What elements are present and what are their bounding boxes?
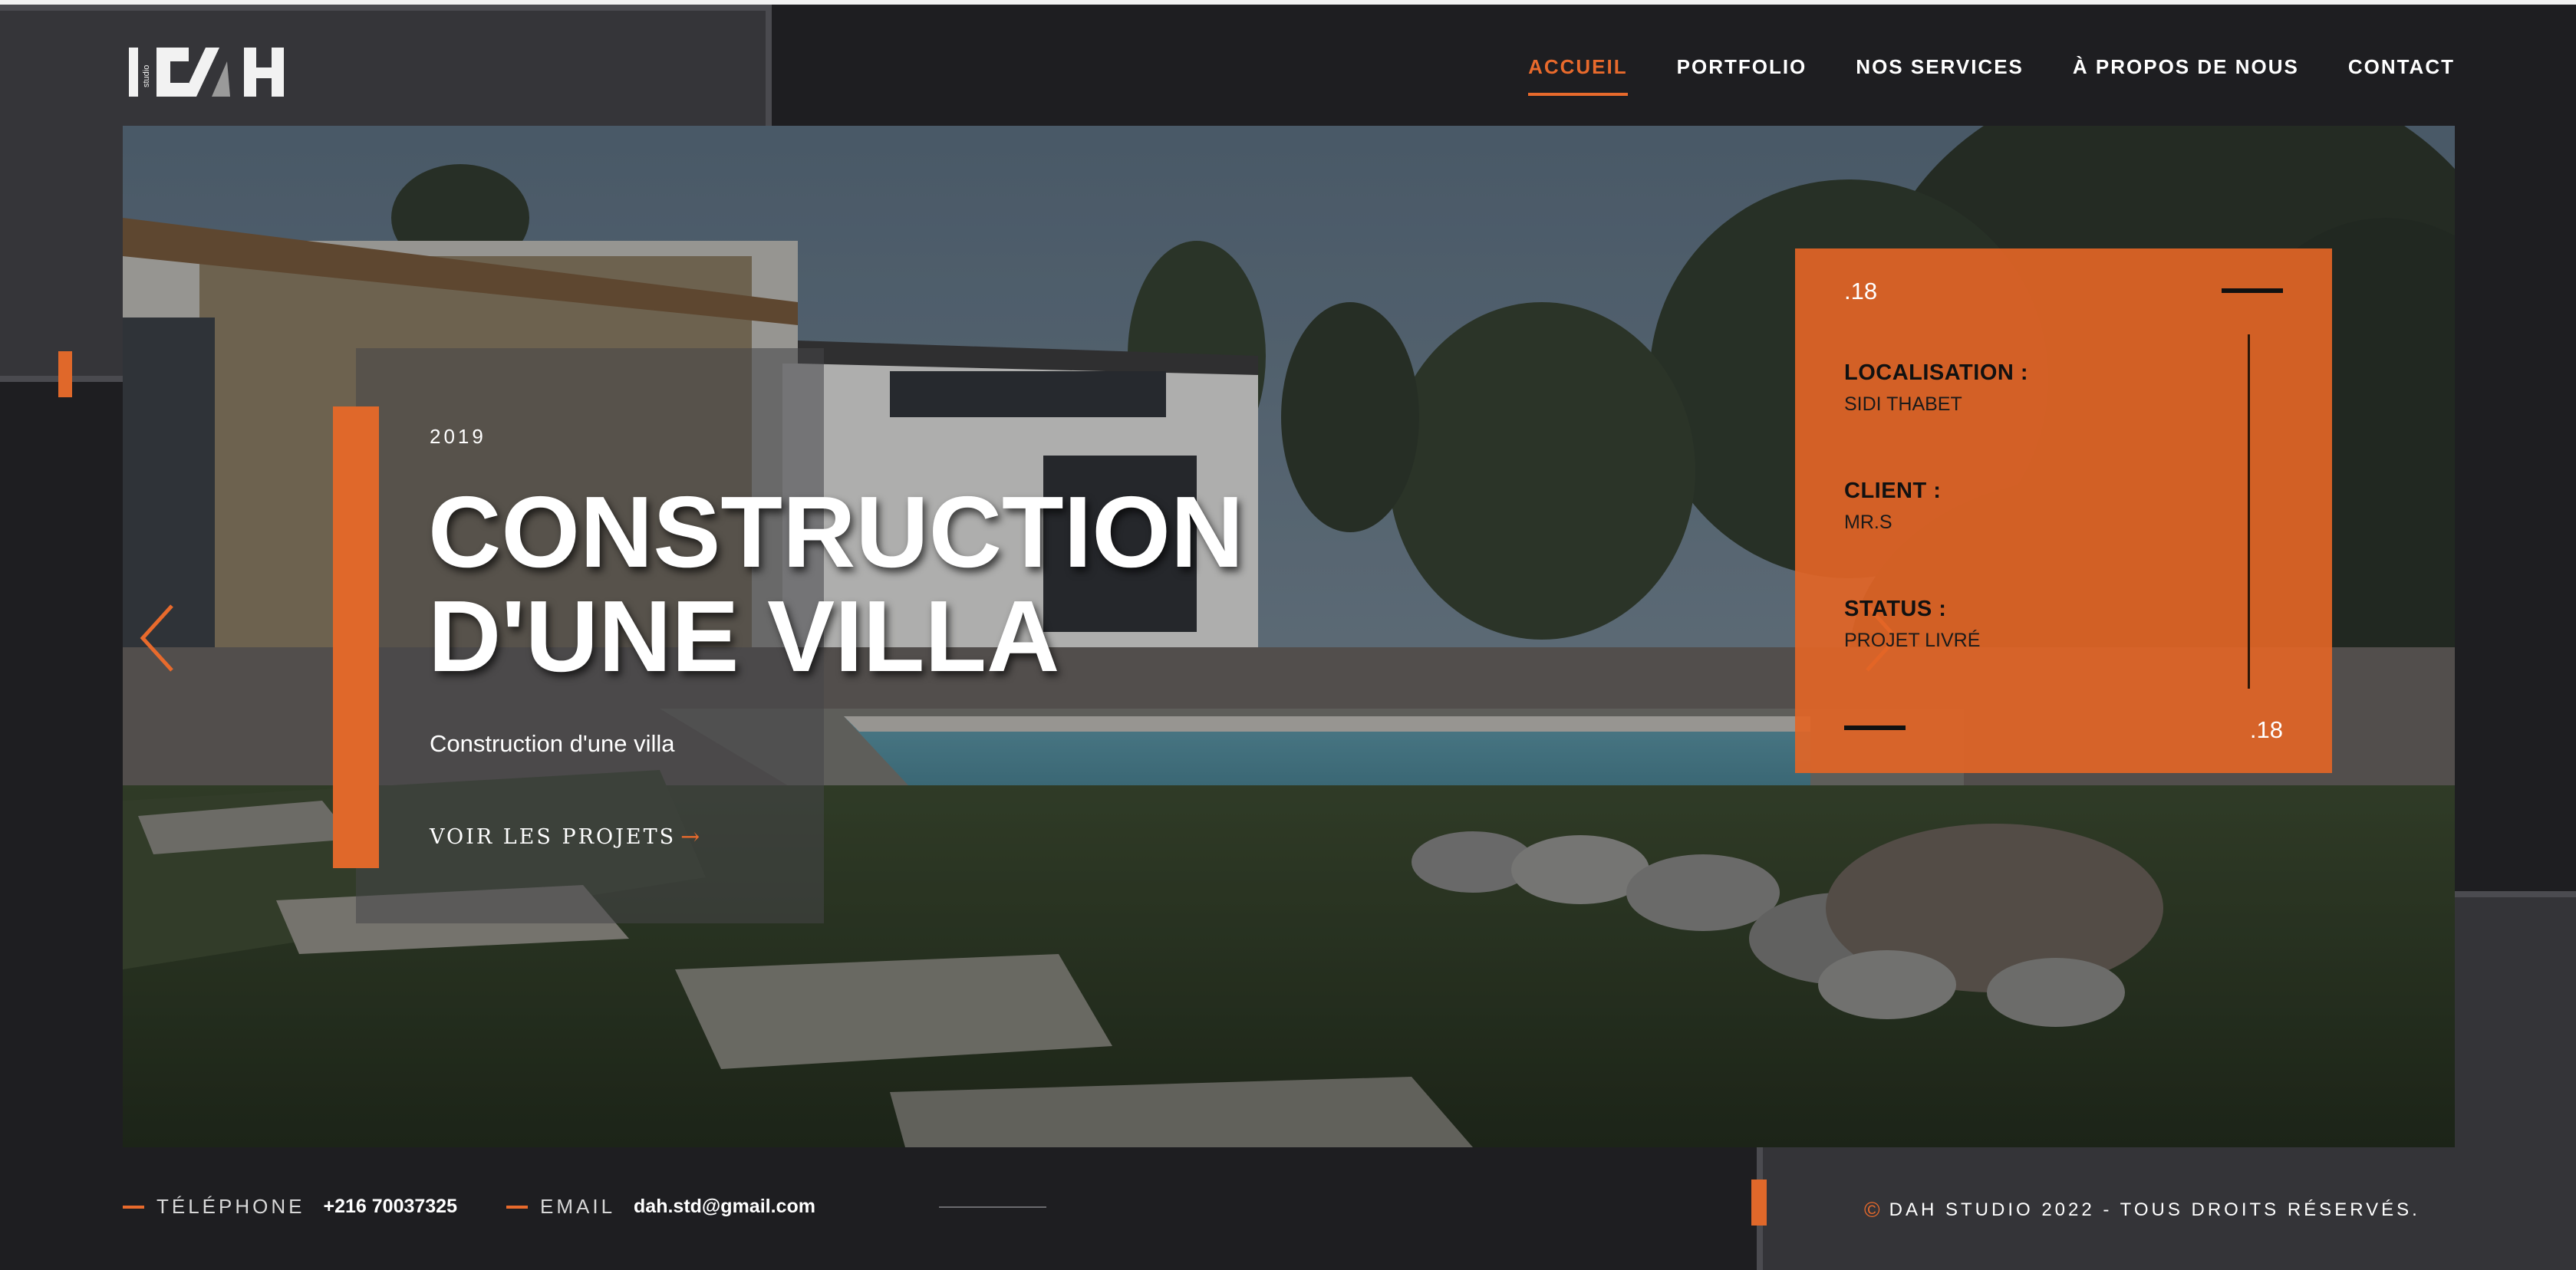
card-label-localisation: LOCALISATION : (1844, 360, 2029, 385)
hero-subtitle: Construction d'une villa (430, 730, 675, 757)
phone-value[interactable]: +216 70037325 (324, 1196, 458, 1218)
card-value-status: PROJET LIVRÉ (1844, 630, 1981, 651)
email-dash (506, 1205, 528, 1209)
card-field-client: CLIENT : MR.S (1844, 479, 1941, 534)
nav-item-nos-services[interactable]: NOS SERVICES (1856, 55, 2024, 96)
card-index-bottom: .18 (2249, 716, 2283, 743)
chevron-left-icon[interactable] (138, 601, 176, 675)
card-value-localisation: SIDI THABET (1844, 393, 1962, 415)
copyright-text: DAH STUDIO 2022 - TOUS DROITS RÉSERVÉS. (1889, 1199, 2420, 1220)
card-field-status: STATUS : PROJET LIVRÉ (1844, 597, 1980, 652)
hero-title: CONSTRUCTION D'UNE VILLA (428, 480, 1244, 689)
project-info-card: .18 LOCALISATION : SIDI THABET CLIENT : … (1795, 248, 2332, 773)
card-field-localisation: LOCALISATION : SIDI THABET (1844, 360, 2028, 416)
card-vertical-line (2248, 334, 2250, 689)
email-label: EMAIL (540, 1195, 616, 1218)
view-projects-label: VOIR LES PROJETS (430, 825, 677, 849)
card-index-top: .18 (1844, 278, 1878, 304)
hero-title-line-1: CONSTRUCTION (428, 475, 1244, 588)
phone-label: TÉLÉPHONE (156, 1195, 305, 1218)
card-dash-bottom (1844, 725, 1906, 730)
card-label-status: STATUS : (1844, 597, 1947, 621)
accent-tick-left (58, 351, 72, 397)
project-year: 2019 (430, 425, 486, 448)
nav-item-contact[interactable]: CONTACT (2348, 55, 2455, 96)
hero-title-line-2: D'UNE VILLA (428, 580, 1060, 693)
copyright-icon: © (1864, 1198, 1883, 1222)
hero-accent-bar (333, 406, 379, 868)
email-value[interactable]: dah.std@gmail.com (634, 1196, 815, 1218)
card-dash-top (2222, 288, 2283, 293)
copyright: © DAH STUDIO 2022 - TOUS DROITS RÉSERVÉS… (1864, 1198, 2420, 1222)
view-projects-link[interactable]: VOIR LES PROJETS → (430, 824, 702, 851)
footer-contact: TÉLÉPHONE +216 70037325 EMAIL dah.std@gm… (123, 1195, 815, 1219)
dah-studio-logo[interactable]: studio (129, 43, 287, 101)
logo-small-text: studio (142, 65, 151, 87)
phone-dash (123, 1205, 144, 1209)
footer-divider (939, 1206, 1046, 1208)
nav-item-portfolio[interactable]: PORTFOLIO (1677, 55, 1807, 96)
card-label-client: CLIENT : (1844, 479, 1942, 503)
nav-item-a-propos[interactable]: À PROPOS DE NOUS (2073, 55, 2299, 96)
card-value-client: MR.S (1844, 512, 1892, 533)
nav-item-accueil[interactable]: ACCUEIL (1528, 55, 1628, 96)
arrow-right-icon: → (680, 824, 703, 851)
accent-tick-bottom (1751, 1180, 1767, 1226)
main-nav: ACCUEIL PORTFOLIO NOS SERVICES À PROPOS … (1528, 55, 2455, 96)
